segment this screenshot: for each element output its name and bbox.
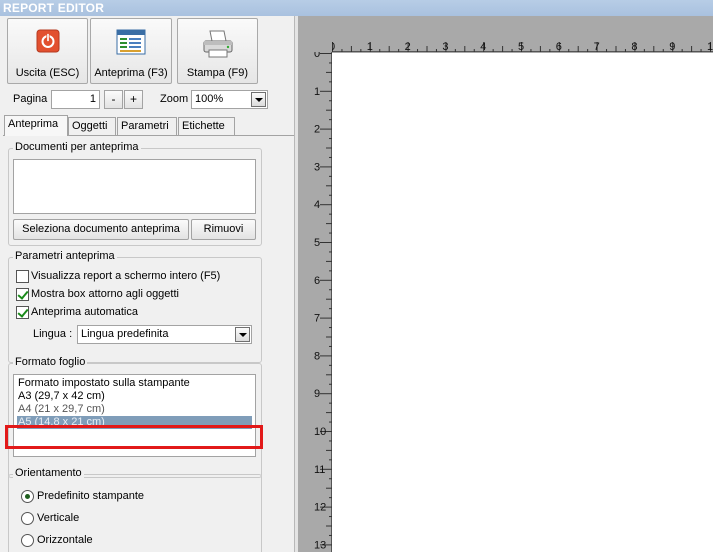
ruler-label: 9 — [314, 388, 320, 400]
ruler-label: 3 — [442, 41, 448, 52]
orientation-label-horizontal: Orizzontale — [37, 534, 93, 546]
ruler-label: 1 — [314, 86, 320, 98]
ruler-label: 2 — [405, 41, 411, 52]
ruler-label: 8 — [314, 350, 320, 362]
language-value: Lingua predefinita — [81, 328, 169, 340]
show-box-label: Mostra box attorno agli oggetti — [31, 288, 179, 300]
highlight-frame — [5, 425, 263, 449]
ruler-label: 6 — [556, 41, 562, 52]
orientation-label-default: Predefinito stampante — [37, 490, 145, 502]
ruler-label: 7 — [594, 41, 600, 52]
fullscreen-checkbox[interactable] — [16, 270, 29, 283]
tab-parametri[interactable]: Parametri — [117, 117, 177, 135]
documents-group: Documenti per anteprima Seleziona docume… — [8, 141, 262, 246]
select-document-button[interactable]: Seleziona documento anteprima — [13, 219, 189, 240]
preview-params-title: Parametri anteprima — [13, 250, 117, 262]
sheet-format-title: Formato foglio — [13, 356, 88, 368]
chevron-down-icon[interactable] — [235, 327, 250, 342]
chevron-down-icon[interactable] — [251, 92, 266, 107]
documents-list[interactable] — [13, 159, 256, 214]
left-panel: Uscita (ESC) Anteprima (F3) Stampa (F9) … — [0, 16, 294, 552]
auto-preview-label: Anteprima automatica — [31, 306, 138, 318]
ruler-label: 4 — [480, 41, 486, 52]
ruler-label: 5 — [314, 237, 320, 249]
ruler-label: 7 — [314, 313, 320, 325]
fullscreen-label: Visualizza report a schermo intero (F5) — [31, 270, 221, 282]
list-item[interactable]: A3 (29,7 x 42 cm) — [17, 390, 252, 403]
zoom-label: Zoom — [160, 93, 189, 105]
horizontal-ruler: 012345678910 — [298, 16, 713, 52]
zoom-select[interactable]: 100% — [191, 90, 268, 109]
tab-anteprima[interactable]: Anteprima — [4, 115, 68, 136]
page-label: Pagina — [13, 93, 48, 105]
tab-etichette[interactable]: Etichette — [178, 117, 235, 135]
ruler-label: 12 — [314, 502, 326, 514]
printer-icon — [201, 29, 235, 62]
remove-document-button[interactable]: Rimuovi — [191, 219, 256, 240]
page-decrement-button[interactable]: - — [104, 90, 123, 109]
orientation-radio-default[interactable] — [21, 490, 34, 503]
ruler-label: 10 — [314, 426, 326, 438]
orientation-label-vertical: Verticale — [37, 512, 80, 524]
orientation-group: Orientamento Predefinito stampante Verti… — [8, 467, 262, 552]
ruler-label: 13 — [314, 539, 326, 551]
ruler-label: 10 — [707, 41, 713, 52]
list-item[interactable]: A4 (21 x 29,7 cm) — [17, 403, 252, 416]
ruler-label: 9 — [669, 41, 675, 52]
page-increment-button[interactable]: + — [124, 90, 143, 109]
window-title: REPORT EDITOR — [0, 0, 713, 16]
zoom-value: 100% — [195, 93, 224, 105]
ruler-label: 11 — [314, 464, 325, 476]
exit-label: Uscita (ESC) — [15, 67, 80, 79]
page-number-input[interactable]: 1 — [51, 90, 100, 109]
ruler-label: 6 — [314, 275, 320, 287]
orientation-radio-vertical[interactable] — [21, 512, 34, 525]
ruler-label: 1 — [367, 41, 373, 52]
sheet-format-group: Formato foglio Formato impostato sulla s… — [8, 356, 262, 478]
print-label: Stampa (F9) — [186, 67, 249, 79]
preview-button[interactable]: Anteprima (F3) — [90, 18, 172, 84]
auto-preview-checkbox[interactable] — [16, 306, 29, 319]
report-preview-icon — [116, 29, 146, 58]
language-label: Lingua : — [33, 328, 73, 340]
tab-oggetti[interactable]: Oggetti — [68, 117, 116, 135]
ruler-label: 3 — [314, 161, 320, 173]
orientation-radio-horizontal[interactable] — [21, 534, 34, 547]
exit-button[interactable]: Uscita (ESC) — [7, 18, 88, 84]
orientation-title: Orientamento — [13, 467, 84, 479]
ruler-label: 5 — [518, 41, 524, 52]
vertical-ruler: 012345678910111213 — [298, 16, 332, 552]
list-item[interactable]: Formato impostato sulla stampante — [17, 377, 252, 390]
report-workspace: 012345678910 012345678910111213 — [298, 16, 713, 552]
ruler-label: 2 — [314, 124, 320, 136]
power-icon — [36, 29, 60, 56]
ruler-label: 8 — [631, 41, 637, 52]
report-page[interactable] — [332, 53, 713, 552]
print-button[interactable]: Stampa (F9) — [177, 18, 258, 84]
documents-title: Documenti per anteprima — [13, 141, 141, 153]
ruler-label: 4 — [314, 199, 320, 211]
show-box-checkbox[interactable] — [16, 288, 29, 301]
language-select[interactable]: Lingua predefinita — [77, 325, 252, 344]
preview-label: Anteprima (F3) — [94, 67, 168, 79]
preview-params-group: Parametri anteprima Visualizza report a … — [8, 250, 262, 363]
